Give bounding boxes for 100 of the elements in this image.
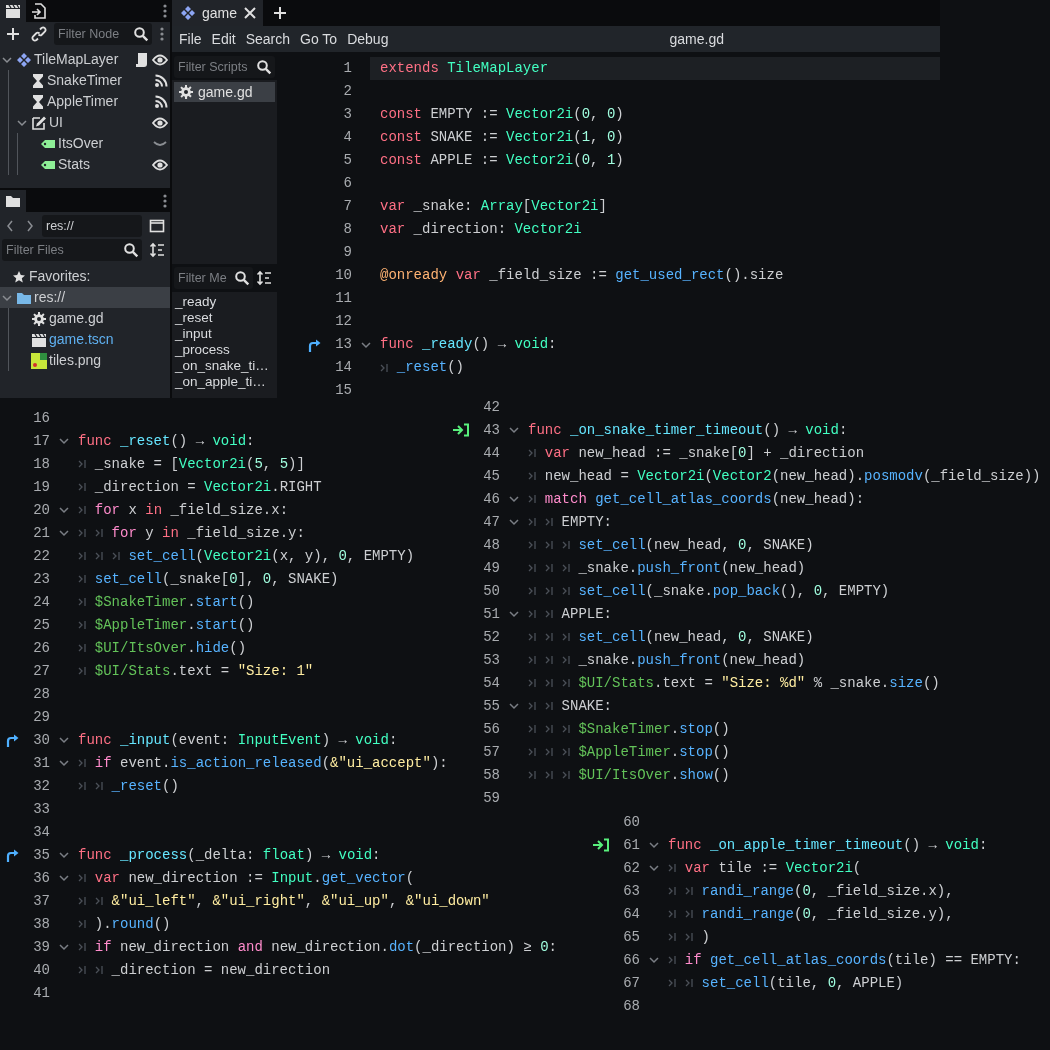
tab-marker-icon <box>684 886 693 896</box>
tab-marker-icon <box>528 770 536 780</box>
line-number: 58 <box>482 765 500 785</box>
clapperboard-icon[interactable] <box>5 3 21 19</box>
path-field[interactable]: res:// <box>42 215 142 237</box>
code-line: if get_cell_atlas_coords(tile) == EMPTY: <box>684 950 1021 970</box>
add-icon[interactable] <box>272 5 289 21</box>
tab-marker-icon <box>78 965 86 975</box>
line-number: 14 <box>334 358 352 377</box>
signal-icon[interactable] <box>154 94 168 109</box>
close-icon[interactable] <box>243 6 258 20</box>
tree-item-label[interactable]: game.tscn <box>49 329 114 350</box>
tree-item-label[interactable]: TileMapLayer <box>34 49 119 70</box>
filter-scripts-field[interactable]: Filter Scripts <box>174 56 275 78</box>
line-number: 5 <box>342 151 352 170</box>
tab-marker-icon <box>94 781 103 791</box>
method-item[interactable]: _reset <box>175 310 274 326</box>
folder-button[interactable] <box>0 190 26 212</box>
signal-connection-icon[interactable] <box>592 838 610 852</box>
gear-icon <box>178 84 194 100</box>
method-item[interactable]: _process <box>175 342 274 358</box>
tree-item-label[interactable]: SnakeTimer <box>47 70 122 91</box>
signal-icon[interactable] <box>154 73 168 88</box>
menu-item[interactable]: Debug <box>342 28 394 50</box>
tab-marker-icon <box>528 678 536 688</box>
code-line: if new_direction and new_direction.dot(_direction) ≥ 0: <box>94 937 557 957</box>
line-number: 35 <box>32 845 50 865</box>
script-icon[interactable] <box>134 51 148 68</box>
line-number: 68 <box>622 996 640 1016</box>
line-number: 23 <box>32 569 50 589</box>
tab-marker-icon <box>544 701 553 711</box>
gear-icon <box>31 310 47 327</box>
override-arrow-icon[interactable] <box>4 732 20 748</box>
code-line: var _snake: Array[Vector2i] <box>380 197 607 216</box>
tilemap-icon <box>16 51 32 68</box>
line-number: 46 <box>482 489 500 509</box>
code-line: randi_range(0, _field_size.x), <box>701 881 954 901</box>
line-number: 49 <box>482 558 500 578</box>
menu-item[interactable]: Edit <box>206 28 241 50</box>
code-line: var new_direction := Input.get_vector( <box>94 868 415 888</box>
selected-row[interactable]: res:// <box>0 287 170 308</box>
search-icon <box>133 26 149 42</box>
menu-item[interactable]: File <box>174 28 207 50</box>
line-number: 22 <box>32 546 50 566</box>
import-icon[interactable] <box>31 3 47 19</box>
filter-methods-field[interactable]: Filter Me <box>174 267 253 289</box>
tree-item-label[interactable]: ItsOver <box>58 133 104 154</box>
tree-item-label[interactable]: tiles.png <box>49 350 102 371</box>
tree-item-label[interactable]: game.gd <box>49 308 104 329</box>
code-line: $UI/Stats.text = "Size: %d" % _snake.size() <box>578 673 940 693</box>
line-number: 8 <box>342 220 352 239</box>
tab-marker-icon <box>561 747 570 757</box>
line-number: 59 <box>482 788 500 808</box>
clapperboard-button[interactable] <box>0 0 26 22</box>
code-line: func _ready() → void: <box>380 335 557 354</box>
code-line: $SnakeTimer.stop() <box>578 719 730 739</box>
line-number: 41 <box>32 983 50 1003</box>
method-item[interactable]: _on_snake_ti… <box>175 358 274 374</box>
code-line: const APPLE := Vector2i(0, 1) <box>380 151 624 170</box>
line-number: 55 <box>482 696 500 716</box>
search-icon <box>256 59 272 75</box>
menu-item[interactable]: Search <box>240 28 296 50</box>
clapperboard-icon <box>31 331 47 348</box>
menu-item[interactable]: Go To <box>295 28 343 50</box>
tab-marker-icon <box>544 563 553 573</box>
code-line: _snake.push_front(new_head) <box>578 558 806 578</box>
code-line: set_cell(new_head, 0, SNAKE) <box>578 535 814 555</box>
code-line: SNAKE: <box>561 696 612 716</box>
tree-item-label[interactable]: AppleTimer <box>47 91 119 112</box>
tab-marker-icon <box>544 517 553 527</box>
method-item[interactable]: _on_apple_ti… <box>175 374 274 390</box>
signal-connection-icon[interactable] <box>452 423 470 437</box>
method-item[interactable]: _input <box>175 326 274 342</box>
line-number: 16 <box>32 408 50 428</box>
override-arrow-icon[interactable] <box>4 847 20 863</box>
filter-files-field[interactable]: Filter Files <box>2 239 142 261</box>
folder-icon[interactable] <box>5 193 21 209</box>
editor-tab[interactable]: game <box>172 0 264 26</box>
line-number: 1 <box>342 59 352 78</box>
line-number: 62 <box>622 858 640 878</box>
filter-nodes-field[interactable]: Filter Node <box>54 23 152 45</box>
code-line: @onready var _field_size := get_used_rect().size <box>380 266 784 285</box>
line-number: 63 <box>622 881 640 901</box>
tab-marker-icon <box>78 781 86 791</box>
tree-item-label[interactable]: res:// <box>34 287 66 308</box>
method-item[interactable]: _ready <box>175 294 274 310</box>
line-number: 25 <box>32 615 50 635</box>
tab-marker-icon <box>528 701 536 711</box>
code-line: ).round() <box>94 914 171 934</box>
tree-item-label[interactable]: UI <box>49 112 63 133</box>
line-number: 32 <box>32 776 50 796</box>
hourglass-icon <box>31 72 45 89</box>
line-number: 66 <box>622 950 640 970</box>
tree-item-label[interactable]: Stats <box>58 154 90 175</box>
line-number: 7 <box>342 197 352 216</box>
tab-marker-icon <box>544 586 553 596</box>
tab-marker-icon <box>78 942 86 952</box>
script-list-item[interactable]: game.gd <box>174 82 275 102</box>
line-number: 6 <box>342 174 352 193</box>
line-number: 47 <box>482 512 500 532</box>
